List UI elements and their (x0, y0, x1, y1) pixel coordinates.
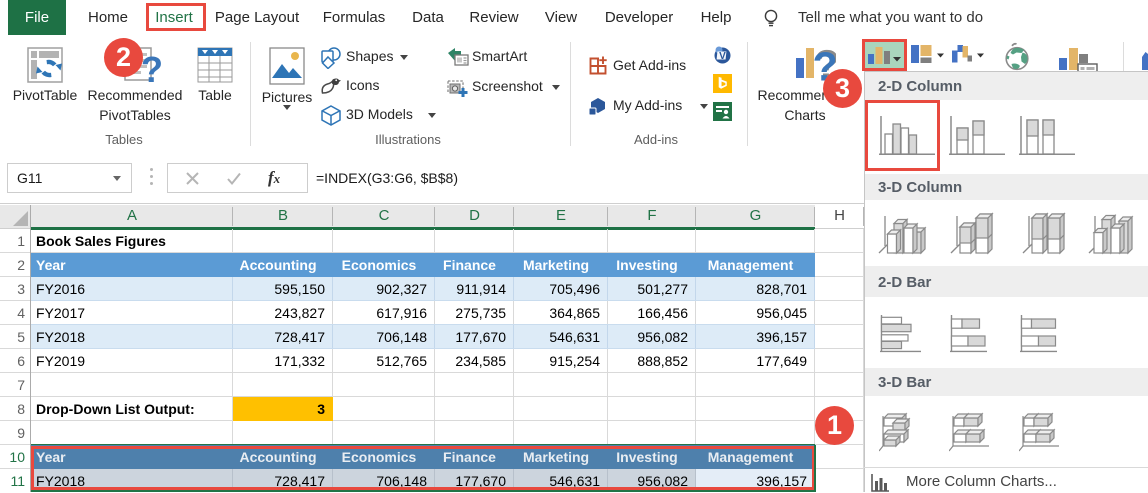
svg-text:V: V (719, 51, 726, 62)
svg-text:?: ? (141, 49, 161, 86)
